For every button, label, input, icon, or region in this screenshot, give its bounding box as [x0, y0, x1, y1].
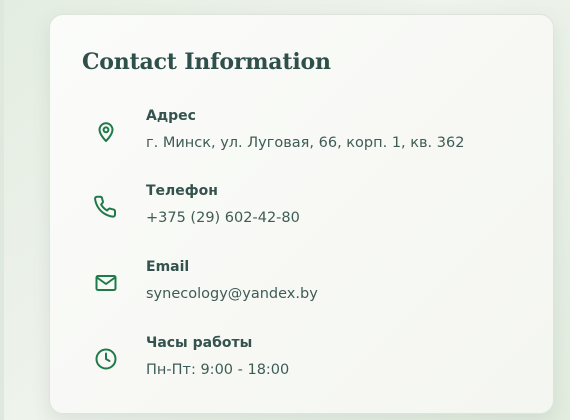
mail-icon — [94, 271, 118, 295]
hours-label: Часы работы — [146, 335, 253, 351]
contact-title: Contact Information — [82, 49, 331, 75]
contact-item-email: Email synecology@yandex.by — [50, 259, 553, 309]
contact-item-phone: Телефон +375 (29) 602-42-80 — [50, 183, 553, 233]
contact-item-address: Адрес г. Минск, ул. Луговая, 66, корп. 1… — [50, 108, 553, 158]
map-pin-icon — [94, 120, 118, 144]
address-value: г. Минск, ул. Луговая, 66, корп. 1, кв. … — [146, 135, 465, 151]
phone-value[interactable]: +375 (29) 602-42-80 — [146, 210, 300, 226]
contact-item-hours: Часы работы Пн-Пт: 9:00 - 18:00 — [50, 335, 553, 385]
phone-label: Телефон — [146, 183, 218, 199]
email-label: Email — [146, 259, 190, 275]
address-label: Адрес — [146, 108, 196, 124]
phone-icon — [94, 195, 118, 219]
contact-card: Contact Information Адрес г. Минск, ул. … — [49, 14, 554, 414]
adjacent-panel-edge — [0, 0, 4, 420]
clock-icon — [94, 347, 118, 371]
hours-value: Пн-Пт: 9:00 - 18:00 — [146, 362, 290, 378]
email-value[interactable]: synecology@yandex.by — [146, 286, 318, 302]
